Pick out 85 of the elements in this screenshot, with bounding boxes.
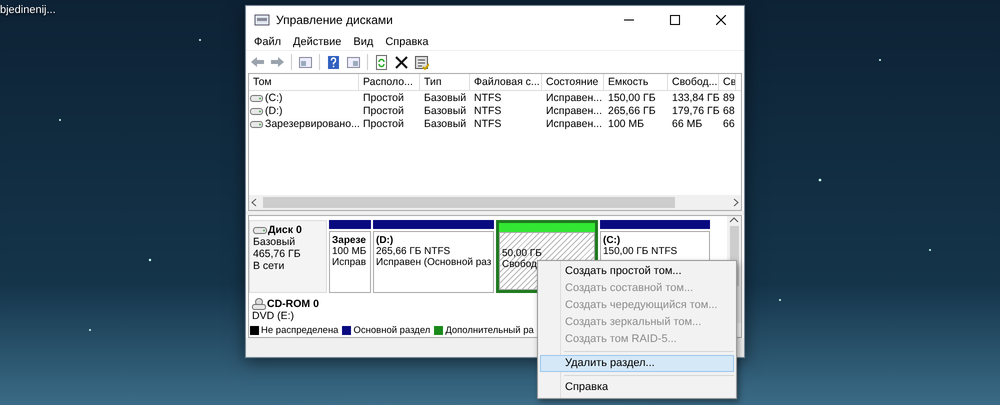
table-cell: Базовый	[424, 118, 466, 130]
column-header[interactable]: Свобод...	[668, 74, 719, 90]
properties-icon	[414, 54, 429, 70]
disk-management-icon	[254, 12, 270, 26]
scrollbar-thumb[interactable]	[263, 197, 675, 208]
column-header[interactable]: Располо...	[359, 74, 420, 90]
refresh-button[interactable]	[373, 54, 390, 70]
menu-item[interactable]: Действие	[287, 36, 348, 48]
help-icon	[326, 54, 341, 70]
partition-info: 150,00 ГБ NTFS	[603, 246, 678, 257]
partition-info: Исправен (Основной раз	[376, 257, 491, 268]
table-cell: Простой	[363, 92, 404, 104]
table-cell: 100 МБ	[608, 118, 644, 130]
partition-title: Зарезе	[332, 235, 367, 246]
table-cell: 89	[723, 92, 735, 104]
partition-info: Свобод	[502, 259, 538, 270]
table-cell: NTFS	[474, 92, 502, 104]
table-cell: 133,84 ГБ	[672, 92, 720, 104]
delete-button[interactable]	[393, 54, 410, 70]
table-cell: Зарезервировано...	[265, 118, 360, 130]
legend-label: Дополнительный ра	[445, 324, 534, 336]
panel-button[interactable]	[345, 54, 362, 70]
maximize-icon	[670, 14, 680, 24]
table-cell: Простой	[363, 118, 404, 130]
column-header[interactable]: Файловая с...	[470, 74, 542, 90]
close-icon	[716, 14, 726, 24]
table-cell: 68	[723, 104, 735, 116]
horizontal-scrollbar[interactable]	[249, 195, 741, 210]
help-button[interactable]	[325, 54, 342, 70]
legend-label: Основной раздел	[353, 324, 430, 336]
menu-item[interactable]: Удалить раздел...	[540, 355, 734, 372]
table-cell: 179,76 ГБ	[672, 104, 720, 116]
forward-arrow-icon	[270, 54, 285, 70]
panel-icon	[298, 54, 313, 70]
disk-name: Диск 0	[268, 224, 302, 236]
table-cell: 66	[723, 118, 735, 130]
table-cell: NTFS	[474, 118, 502, 130]
table-cell: Исправен...	[546, 118, 602, 130]
partition-title: (D:)	[376, 235, 394, 246]
menu-item[interactable]: Вид	[347, 36, 380, 48]
cd-drive-icon	[252, 298, 266, 310]
back-arrow-icon	[250, 54, 265, 70]
column-header[interactable]: Том	[249, 74, 359, 90]
table-cell: 265,66 ГБ	[608, 104, 656, 116]
disk-info: Базовый	[253, 236, 296, 248]
table-cell: (C:)	[265, 92, 282, 104]
table-cell: Исправен...	[546, 104, 602, 116]
partition-title: (C:)	[603, 235, 622, 246]
table-cell: (D:)	[265, 104, 282, 116]
partition-info: 265,66 ГБ NTFS	[376, 246, 452, 257]
scroll-up-icon	[729, 216, 739, 224]
disk-info: 465,76 ГБ	[253, 248, 302, 260]
refresh-icon	[374, 54, 389, 70]
partition-info: 100 МБ	[332, 246, 368, 257]
back-arrow-button[interactable]	[249, 54, 266, 70]
table-cell: 66 МБ	[672, 118, 702, 130]
menu-item[interactable]: Справка	[379, 36, 434, 48]
menu-item[interactable]: Справка	[540, 379, 734, 396]
drive-icon	[253, 226, 267, 234]
disk-info: DVD (E:)	[252, 310, 295, 322]
table-cell: Исправен...	[546, 92, 602, 104]
table-cell: NTFS	[474, 104, 502, 116]
column-header[interactable]: Емкость	[604, 74, 668, 90]
table-cell: Базовый	[424, 104, 466, 116]
forward-arrow-button[interactable]	[269, 54, 286, 70]
legend-label: Не распределена	[261, 324, 338, 336]
delete-icon	[394, 54, 409, 70]
partition-info: 50,00 ГБ	[502, 248, 543, 259]
disk-info: В сети	[253, 260, 286, 272]
column-header[interactable]: Состояние	[542, 74, 604, 90]
panel-icon	[346, 54, 361, 70]
window-title: Управление дисками	[276, 12, 393, 26]
disk-name: CD-ROM 0	[267, 298, 319, 310]
desktop-icon-label[interactable]: bjedinenij...	[0, 4, 56, 16]
panel-button[interactable]	[297, 54, 314, 70]
partition-info: Исправ	[332, 257, 368, 268]
menu-item[interactable]: Файл	[248, 36, 288, 48]
table-cell: Базовый	[424, 92, 466, 104]
table-cell: 150,00 ГБ	[608, 92, 656, 104]
column-header[interactable]: Тип	[420, 74, 470, 90]
table-cell: Простой	[363, 104, 404, 116]
drive-icon	[250, 106, 263, 114]
properties-button[interactable]	[413, 54, 430, 70]
drive-icon	[250, 94, 263, 102]
drive-icon	[250, 120, 263, 128]
